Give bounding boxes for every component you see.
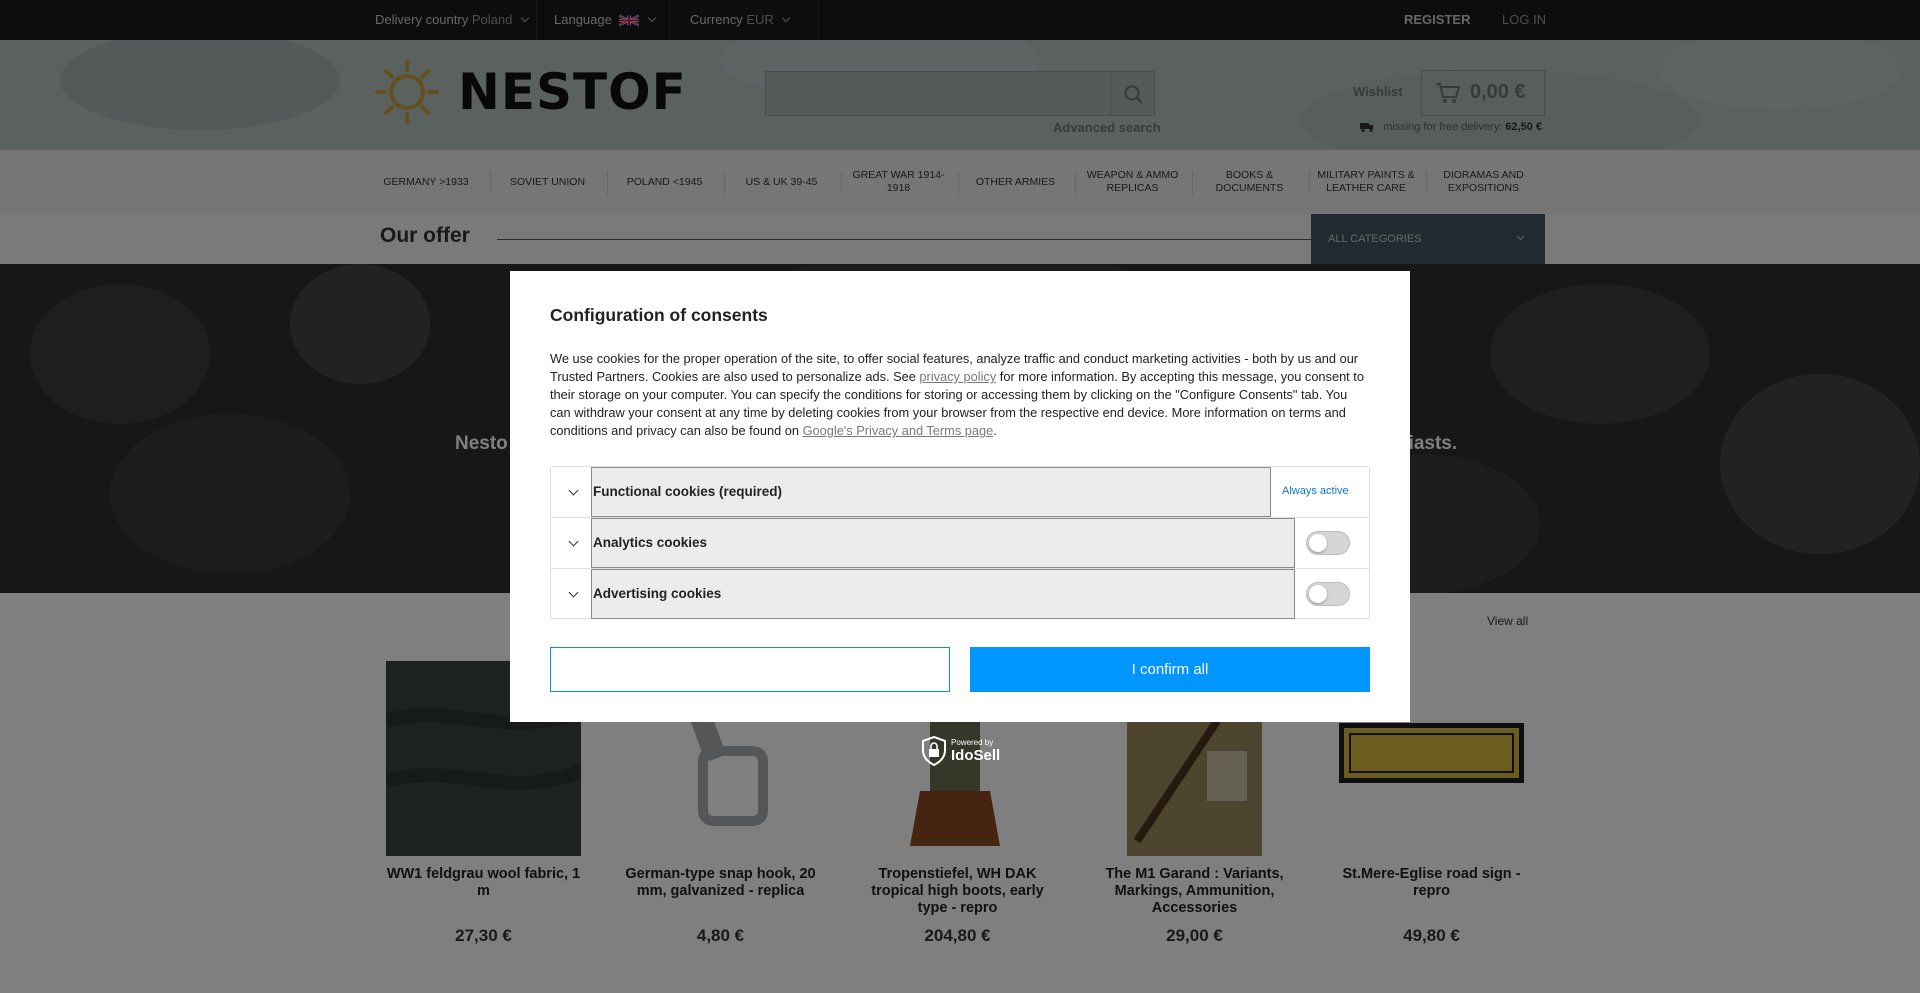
cookie-row-label[interactable]: Advertising cookies [591,569,1295,619]
toggle-knob [1309,534,1327,552]
consent-dialog: Configuration of consents We use cookies… [510,271,1410,722]
secondary-consent-button[interactable] [550,647,950,692]
idosell-brand-text: IdoSell [951,747,1001,764]
cookie-row-label[interactable]: Functional cookies (required) [591,467,1271,517]
idosell-badge[interactable]: Powered by IdoSell [917,735,1007,767]
cookie-row-functional: Functional cookies (required) Always act… [551,467,1369,518]
cookie-row-advertising: Advertising cookies [551,569,1369,620]
google-privacy-link[interactable]: Google's Privacy and Terms page [803,423,994,438]
confirm-all-button[interactable]: I confirm all [970,647,1370,692]
consent-text-part-3: . [993,423,997,438]
cookie-categories: Functional cookies (required) Always act… [550,466,1370,619]
analytics-toggle[interactable] [1306,531,1350,555]
chevron-down-icon[interactable] [568,485,579,496]
privacy-policy-link[interactable]: privacy policy [919,369,996,384]
idosell-small-text: Powered by [951,738,994,747]
always-active-label: Always active [1282,485,1349,497]
toggle-knob [1309,585,1327,603]
cookie-row-label[interactable]: Analytics cookies [591,518,1295,568]
chevron-down-icon[interactable] [568,536,579,547]
cookie-row-analytics: Analytics cookies [551,518,1369,569]
consent-description: We use cookies for the proper operation … [550,350,1366,440]
shield-lock-icon [922,736,946,766]
advertising-toggle[interactable] [1306,582,1350,606]
chevron-down-icon[interactable] [568,587,579,598]
consent-title: Configuration of consents [550,305,768,325]
